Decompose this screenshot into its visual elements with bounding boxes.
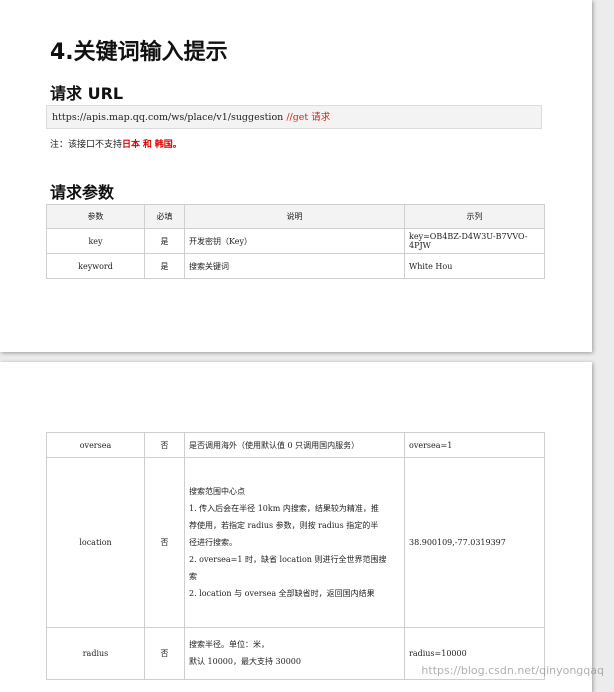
header-example: 示列	[404, 204, 545, 229]
url-text: https://apis.map.qq.com/ws/place/v1/sugg…	[52, 112, 287, 123]
params-table-continued: oversea 否 是否调用海外（使用默认值 0 只调用国内服务） overse…	[46, 432, 545, 680]
note-text: 注：该接口不支持日本 和 韩国。	[50, 140, 182, 150]
table-row: key 是 开发密钥（Key） key=OB4BZ-D4W3U-B7VVO-4P…	[46, 228, 545, 254]
header-param: 参数	[46, 204, 145, 229]
document-page-2: oversea 否 是否调用海外（使用默认值 0 只调用国内服务） overse…	[0, 362, 592, 692]
watermark: https://blog.csdn.net/qinyongqaq	[421, 664, 604, 677]
header-desc: 说明	[184, 204, 405, 229]
table-row: oversea 否 是否调用海外（使用默认值 0 只调用国内服务） overse…	[46, 432, 545, 458]
request-url-heading: 请求 URL	[50, 84, 124, 103]
request-params-heading: 请求参数	[50, 183, 115, 202]
url-code-block: https://apis.map.qq.com/ws/place/v1/sugg…	[46, 105, 542, 129]
url-comment: //get 请求	[286, 112, 331, 123]
table-row: location 否 搜索范围中心点 1. 传入后会在半径 10km 内搜索，结…	[46, 457, 545, 628]
table-row: keyword 是 搜索关键词 White Hou	[46, 253, 545, 279]
document-page-1: 4.关键词输入提示 请求 URL https://apis.map.qq.com…	[0, 0, 592, 352]
header-required: 必填	[144, 204, 185, 229]
params-table: 参数 必填 说明 示列 key 是 开发密钥（Key） key=OB4BZ-D4…	[46, 204, 545, 279]
section-heading: 4.关键词输入提示	[50, 40, 228, 65]
table-header-row: 参数 必填 说明 示列	[46, 204, 545, 229]
